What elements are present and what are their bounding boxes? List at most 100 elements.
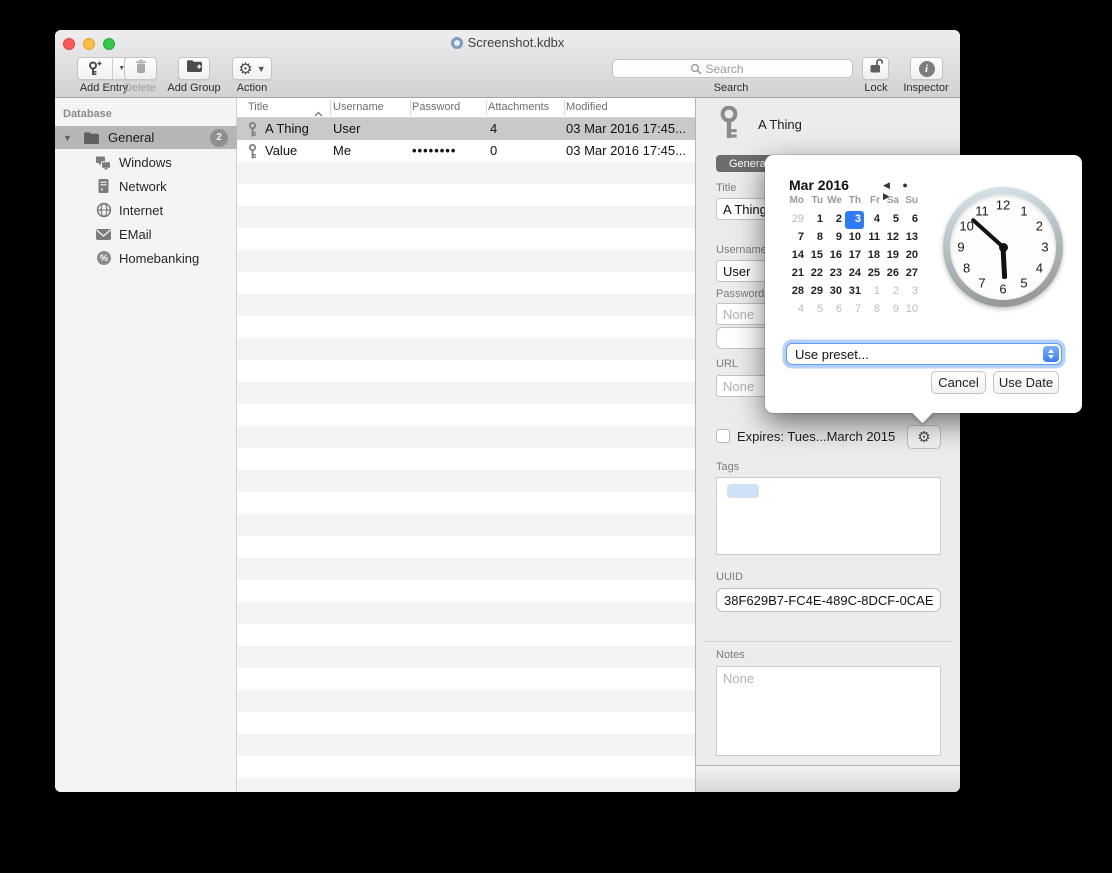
calendar-day[interactable]: 4 [864, 211, 883, 229]
calendar-day[interactable]: 18 [864, 247, 883, 265]
calendar-day[interactable]: 30 [826, 283, 845, 301]
sidebar-item-email[interactable]: EMail [55, 222, 237, 246]
calendar-day[interactable]: 15 [807, 247, 826, 265]
gear-icon: ⚙ [917, 430, 930, 445]
calendar-day[interactable]: 25 [864, 265, 883, 283]
gear-icon: ⚙ [238, 61, 252, 77]
url-label: URL [716, 358, 738, 370]
empty-row [237, 602, 695, 624]
calendar-day[interactable]: 6 [902, 211, 921, 229]
calendar-day[interactable]: 29 [807, 283, 826, 301]
delete-button[interactable] [124, 57, 157, 80]
sidebar-item-network[interactable]: Network [55, 174, 237, 198]
column-header-attachments[interactable]: Attachments [488, 101, 549, 113]
sidebar-item-homebanking[interactable]: % Homebanking [55, 246, 237, 270]
tags-box[interactable] [716, 477, 941, 555]
calendar-day[interactable]: 28 [788, 283, 807, 301]
calendar-day[interactable]: 5 [807, 301, 826, 319]
use-date-button[interactable]: Use Date [993, 371, 1059, 394]
column-header-password[interactable]: Password [412, 101, 460, 113]
calendar-weekday: Tu [807, 195, 826, 206]
cancel-button[interactable]: Cancel [931, 371, 986, 394]
calendar-day[interactable]: 8 [864, 301, 883, 319]
search-input[interactable] [706, 62, 776, 76]
calendar-day[interactable]: 17 [845, 247, 864, 265]
calendar-day[interactable]: 31 [845, 283, 864, 301]
empty-row [237, 360, 695, 382]
uuid-field[interactable] [716, 588, 941, 612]
password-label: Password [716, 288, 764, 300]
calendar-month-label: Mar 2016 [789, 177, 849, 193]
expires-options-button[interactable]: ⚙ [907, 425, 941, 449]
calendar-day[interactable]: 10 [845, 229, 864, 247]
empty-row [237, 580, 695, 602]
search-field[interactable] [612, 59, 853, 78]
notes-field[interactable] [716, 666, 941, 756]
add-group-button[interactable] [178, 57, 210, 80]
calendar-grid: 2912345678910111213141516171819202122232… [788, 211, 921, 319]
expires-checkbox[interactable] [716, 429, 730, 443]
network-icon [95, 178, 112, 195]
stepper-icon[interactable] [1043, 346, 1059, 362]
calendar-day[interactable]: 5 [883, 211, 902, 229]
empty-row [237, 756, 695, 778]
preset-select[interactable]: Use preset... [786, 343, 1062, 365]
calendar-day[interactable]: 22 [807, 265, 826, 283]
document-icon [451, 37, 463, 49]
add-entry-button[interactable]: ▼ [77, 57, 131, 80]
empty-row [237, 470, 695, 492]
lock-button[interactable] [862, 57, 889, 80]
calendar-day[interactable]: 10 [902, 301, 921, 319]
calendar-day[interactable]: 23 [826, 265, 845, 283]
calendar-day[interactable]: 6 [826, 301, 845, 319]
calendar-day[interactable]: 16 [826, 247, 845, 265]
column-header-username[interactable]: Username [333, 101, 384, 113]
sidebar-item-general[interactable]: ▼ General 2 [55, 126, 237, 149]
empty-row [237, 228, 695, 250]
calendar-day[interactable]: 1 [807, 211, 826, 229]
calendar-day[interactable]: 9 [826, 229, 845, 247]
calendar-day[interactable]: 2 [883, 283, 902, 301]
sidebar-item-windows[interactable]: Windows [55, 150, 237, 174]
tag-token[interactable] [727, 484, 759, 498]
inspector-label: Inspector [903, 82, 948, 94]
calendar-weekday: We [826, 195, 845, 206]
calendar-day[interactable]: 7 [845, 301, 864, 319]
column-header-title[interactable]: Title [248, 101, 268, 113]
calendar-day[interactable]: 27 [902, 265, 921, 283]
calendar-day[interactable]: 26 [883, 265, 902, 283]
action-button[interactable]: ⚙ ▼ [232, 57, 272, 80]
sidebar-item-label: Internet [119, 203, 163, 218]
calendar-day[interactable]: 8 [807, 229, 826, 247]
calendar-day[interactable]: 3 [902, 283, 921, 301]
calendar-day[interactable]: 4 [788, 301, 807, 319]
disclosure-triangle-icon[interactable]: ▼ [63, 133, 77, 143]
table-row[interactable]: Value Me •••••••• 0 03 Mar 2016 17:45... [237, 140, 695, 162]
inspector-button[interactable]: i [910, 57, 943, 80]
calendar-day[interactable]: 13 [902, 229, 921, 247]
table-header: Title Username Password Attachments Modi… [237, 98, 695, 118]
calendar-day[interactable]: 1 [864, 283, 883, 301]
divider [704, 641, 953, 642]
calendar-day[interactable]: 21 [788, 265, 807, 283]
calendar-day[interactable]: 24 [845, 265, 864, 283]
calendar-day[interactable]: 19 [883, 247, 902, 265]
calendar-day[interactable]: 20 [902, 247, 921, 265]
calendar-day[interactable]: 7 [788, 229, 807, 247]
calendar-day[interactable]: 2 [826, 211, 845, 229]
calendar-day[interactable]: 14 [788, 247, 807, 265]
calendar-day[interactable]: 9 [883, 301, 902, 319]
clock: 123456789101112 [943, 187, 1063, 307]
calendar-day[interactable]: 12 [883, 229, 902, 247]
chevron-down-icon: ▼ [257, 64, 266, 74]
clock-numeral: 5 [1020, 276, 1027, 291]
column-header-modified[interactable]: Modified [566, 101, 608, 113]
calendar-day[interactable]: 11 [864, 229, 883, 247]
table-row[interactable]: A Thing User 4 03 Mar 2016 17:45... [237, 118, 695, 140]
calendar-day[interactable]: 3 [845, 211, 864, 229]
clock-numeral: 9 [957, 240, 964, 255]
empty-row [237, 426, 695, 448]
date-picker-popover: Mar 2016 ◀ ● ▶ MoTuWeThFrSaSu 2912345678… [765, 155, 1082, 413]
sidebar-item-internet[interactable]: Internet [55, 198, 237, 222]
calendar-day[interactable]: 29 [788, 211, 807, 229]
